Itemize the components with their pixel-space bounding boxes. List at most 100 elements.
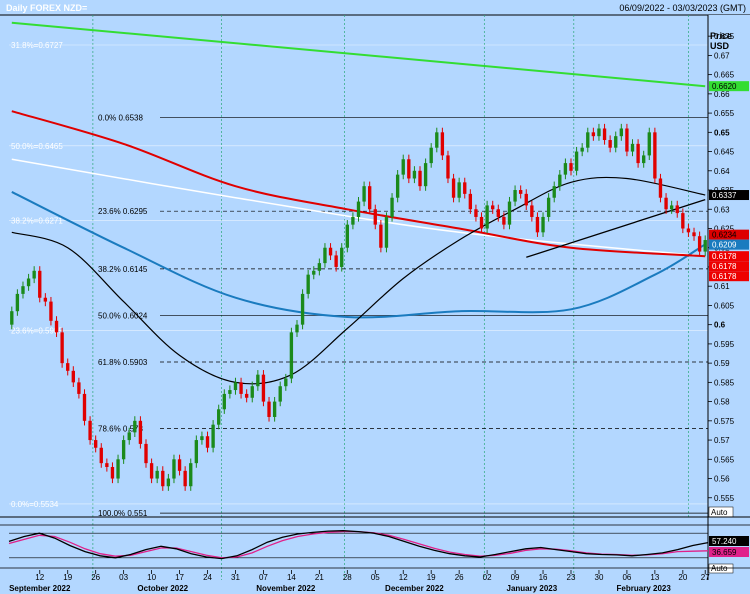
- price-label-text: 0.6178: [712, 252, 737, 261]
- candle-body: [244, 393, 249, 398]
- candle-body: [384, 216, 389, 248]
- candle-body: [256, 374, 260, 387]
- candle-body: [82, 393, 87, 421]
- y-tick-label: 0.63: [714, 205, 730, 214]
- candle-body: [356, 201, 361, 217]
- candle-body: [172, 459, 176, 479]
- auto-label: Auto: [711, 508, 728, 517]
- candle-body: [93, 440, 98, 448]
- candle-body: [614, 136, 618, 148]
- candle-body: [289, 332, 294, 379]
- stoch-auto-label: Auto: [711, 564, 728, 573]
- candle-body: [105, 463, 109, 467]
- candle-body: [312, 270, 316, 275]
- candle-body: [423, 163, 428, 187]
- x-tick-label: 02: [483, 573, 492, 582]
- candle-body: [552, 186, 556, 198]
- y-tick-label: 0.65: [714, 128, 730, 137]
- x-tick-label: 12: [35, 573, 44, 582]
- candle-body: [32, 270, 36, 279]
- candle-body: [211, 424, 215, 448]
- candle-body: [574, 151, 579, 171]
- price-label-text: 0.6620: [712, 82, 737, 91]
- fib-label: 0.0% 0.6538: [98, 114, 143, 123]
- candle-body: [133, 420, 137, 433]
- candle-body: [155, 470, 159, 479]
- candle-body: [412, 170, 417, 179]
- candle-body: [21, 286, 25, 294]
- candle-body: [401, 159, 405, 175]
- candle-body: [278, 386, 282, 402]
- candle-body: [267, 401, 271, 417]
- faint-fib-label: 31.8%=0.6727: [11, 41, 63, 50]
- x-tick-label: 19: [63, 573, 72, 582]
- candle-body: [161, 470, 165, 487]
- candle-body: [340, 247, 344, 267]
- candle-body: [121, 440, 126, 460]
- candle-body: [569, 163, 573, 171]
- candle-body: [38, 270, 42, 298]
- x-tick-label: 07: [259, 573, 268, 582]
- stoch-k-value: 57.240: [712, 537, 737, 546]
- candle-body: [686, 228, 691, 233]
- y-axis-label-usd: USD: [710, 41, 730, 51]
- x-tick-label: 27: [701, 573, 710, 582]
- candle-body: [228, 390, 232, 394]
- candle-body: [451, 178, 456, 198]
- candle-body: [457, 182, 461, 198]
- price-label-text: 0.6178: [712, 262, 737, 271]
- candle-body: [144, 443, 148, 464]
- candle-body: [435, 132, 439, 148]
- candle-body: [563, 163, 568, 175]
- y-tick-label: 0.67: [714, 51, 730, 60]
- candle-body: [194, 440, 199, 464]
- candle-body: [272, 401, 277, 417]
- candle-body: [110, 466, 115, 479]
- x-tick-label: 20: [678, 573, 687, 582]
- x-tick-label: 23: [567, 573, 576, 582]
- candle-body: [602, 128, 607, 141]
- y-tick-label: 0.585: [714, 378, 735, 387]
- candle-body: [703, 240, 707, 252]
- candle-body: [334, 255, 338, 267]
- candle-body: [189, 463, 193, 487]
- fib-label: 61.8% 0.5903: [98, 358, 148, 367]
- candle-body: [681, 213, 685, 229]
- y-tick-label: 0.595: [714, 340, 735, 349]
- x-tick-label: 09: [511, 573, 520, 582]
- candle-body: [205, 436, 210, 448]
- candle-body: [15, 293, 20, 312]
- candle-body: [183, 470, 187, 487]
- candle-body: [250, 386, 254, 398]
- price-label-text: 0.6337: [712, 191, 737, 200]
- candle-body: [306, 274, 310, 294]
- price-label-text: 0.6178: [712, 272, 737, 281]
- candle-body: [217, 409, 221, 425]
- candle-body: [642, 155, 646, 164]
- x-tick-label: 13: [650, 573, 659, 582]
- candle-body: [328, 247, 333, 256]
- candle-body: [485, 205, 489, 229]
- candle-body: [116, 459, 120, 479]
- candle-body: [138, 420, 143, 444]
- candle-body: [368, 186, 372, 210]
- candle-body: [54, 320, 59, 333]
- candle-body: [507, 201, 512, 225]
- candle-body: [323, 247, 327, 264]
- candle-body: [26, 278, 31, 287]
- candle-body: [474, 209, 478, 217]
- y-axis-label-price: Price: [710, 31, 732, 41]
- candle-body: [546, 197, 551, 217]
- candle-body: [261, 374, 266, 402]
- candle-body: [468, 193, 473, 210]
- x-tick-label: 28: [343, 573, 352, 582]
- candle-body: [390, 197, 394, 217]
- x-tick-label: 30: [595, 573, 604, 582]
- fib-label: 23.6% 0.6295: [98, 207, 148, 216]
- y-tick-label: 0.59: [714, 359, 730, 368]
- candle-body: [524, 193, 528, 206]
- y-tick-label: 0.56: [714, 475, 730, 484]
- x-tick-label: 21: [315, 573, 324, 582]
- candle-body: [429, 147, 433, 164]
- candle-body: [664, 197, 668, 210]
